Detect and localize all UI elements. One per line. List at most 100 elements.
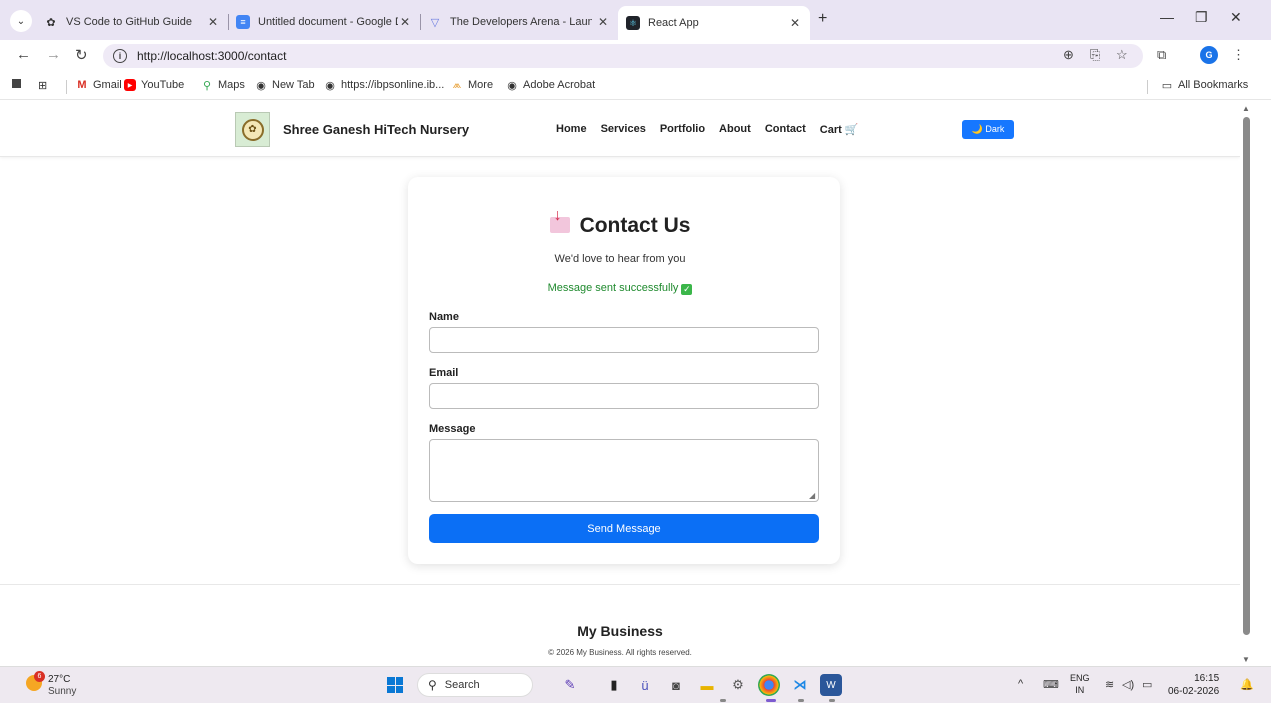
windows-taskbar: 6 27°C Sunny ⚲ Search ✎ ▮ ü ◙ ▬ ⚙ ⋊ W ^ ⌨…: [0, 666, 1271, 703]
camera-icon[interactable]: ◙: [665, 674, 687, 696]
zoom-icon[interactable]: ⊕: [1063, 47, 1074, 63]
task-view-icon[interactable]: ▮: [603, 674, 625, 696]
restore-icon[interactable]: ❐: [1195, 9, 1208, 26]
message-textarea[interactable]: [429, 439, 819, 502]
chrome-icon[interactable]: [758, 674, 780, 696]
bookmark-star-icon[interactable]: ☆: [1116, 47, 1128, 63]
scrollbar-thumb[interactable]: [1243, 117, 1250, 635]
tab-vscode-github-guide[interactable]: ✿ VS Code to GitHub Guide ✕: [44, 9, 224, 35]
site-brand[interactable]: Shree Ganesh HiTech Nursery: [283, 122, 469, 137]
bookmark-gmail[interactable]: M Gmail: [76, 79, 121, 91]
reload-icon[interactable]: ↻: [75, 46, 88, 64]
keyboard-icon[interactable]: ⌨: [1043, 678, 1059, 691]
close-icon[interactable]: ✕: [598, 15, 608, 29]
taskbar-search[interactable]: ⚲ Search: [417, 673, 533, 697]
tab-title: Untitled document - Google Do: [258, 16, 398, 28]
gmail-icon: M: [77, 79, 87, 91]
battery-icon[interactable]: ▭: [1142, 678, 1152, 691]
forward-arrow-icon[interactable]: →: [46, 46, 61, 63]
nav-home[interactable]: Home: [556, 123, 587, 136]
tab-title: VS Code to GitHub Guide: [66, 16, 192, 28]
tab-divider: [420, 14, 421, 30]
clock-date: 06-02-2026: [1168, 686, 1220, 697]
bookmark-more[interactable]: ⩕ More: [451, 78, 494, 92]
apps-grid-icon[interactable]: ⊞: [38, 79, 47, 92]
globe-icon: ◉: [256, 79, 266, 92]
wifi-icon[interactable]: ≋: [1105, 678, 1114, 691]
page-viewport: ✿ Shree Ganesh HiTech Nursery Home Servi…: [0, 101, 1240, 666]
system-clock[interactable]: 16:15 06-02-2026: [1168, 672, 1219, 698]
windows-start-icon[interactable]: [387, 677, 403, 693]
teams-icon[interactable]: ü: [634, 674, 656, 696]
window-close-icon[interactable]: ✕: [1230, 9, 1242, 26]
notification-bell-icon[interactable]: 🔔: [1240, 678, 1254, 691]
sidebar-toggle-icon[interactable]: [12, 79, 26, 88]
active-indicator: [766, 699, 776, 702]
extensions-icon[interactable]: ⧉: [1157, 47, 1166, 63]
close-icon[interactable]: ✕: [208, 15, 218, 29]
email-input[interactable]: [429, 383, 819, 409]
all-bookmarks[interactable]: ▭ All Bookmarks: [1161, 79, 1249, 92]
settings-gear-icon[interactable]: ⚙: [727, 674, 749, 696]
file-explorer-icon[interactable]: ▬: [696, 674, 718, 696]
word-icon[interactable]: W: [820, 674, 842, 696]
scroll-up-arrow-icon[interactable]: ▲: [1242, 104, 1250, 113]
new-tab-plus-icon[interactable]: +: [818, 10, 827, 28]
url-text[interactable]: http://localhost:3000/contact: [137, 49, 286, 63]
check-mark-icon: ✓: [681, 284, 693, 295]
nav-cart[interactable]: Cart 🛒: [820, 123, 859, 136]
nursery-logo[interactable]: ✿: [235, 112, 270, 147]
install-app-icon[interactable]: ⎘: [1090, 47, 1100, 63]
nav-about[interactable]: About: [719, 123, 751, 136]
site-info-icon[interactable]: i: [113, 49, 127, 63]
name-label: Name: [429, 311, 459, 323]
chatgpt-favicon-icon: ✿: [46, 16, 56, 29]
textarea-resize-handle[interactable]: ◢: [809, 491, 815, 500]
bookmark-new-tab[interactable]: ◉ New Tab: [255, 79, 315, 92]
back-arrow-icon[interactable]: ←: [16, 46, 31, 63]
name-input[interactable]: [429, 327, 819, 353]
copilot-widget-icon[interactable]: ✎: [553, 674, 587, 696]
volume-icon[interactable]: ◁): [1122, 678, 1134, 691]
close-icon[interactable]: ✕: [790, 16, 800, 30]
address-bar[interactable]: i http://localhost:3000/contact: [103, 44, 1143, 68]
browser-tab-strip: ⌄ ✿ VS Code to GitHub Guide ✕ ≡ Untitled…: [0, 0, 1271, 40]
clock-time: 16:15: [1194, 673, 1220, 684]
nav-contact[interactable]: Contact: [765, 123, 806, 136]
scroll-down-arrow-icon[interactable]: ▼: [1242, 655, 1250, 664]
bookmark-divider: [1147, 80, 1148, 94]
profile-avatar[interactable]: G: [1200, 46, 1218, 64]
bookmark-maps[interactable]: ⚲ Maps: [201, 79, 245, 92]
footer-copyright: © 2026 My Business. All rights reserved.: [548, 648, 692, 657]
google-docs-favicon-icon: ≡: [236, 15, 250, 29]
nav-services[interactable]: Services: [601, 123, 646, 136]
tab-google-doc[interactable]: ≡ Untitled document - Google Do ✕: [236, 9, 416, 35]
language-code: ENG: [1070, 673, 1090, 683]
tab-developers-arena[interactable]: ▽ The Developers Arena - Launch ✕: [428, 9, 614, 35]
tab-title: React App: [648, 17, 699, 29]
message-label: Message: [429, 423, 476, 435]
minimize-icon[interactable]: —: [1160, 9, 1174, 25]
site-footer: My Business © 2026 My Business. All righ…: [0, 584, 1240, 666]
bookmark-label: More: [468, 79, 494, 91]
browser-menu-icon[interactable]: ⋮: [1232, 47, 1245, 63]
bookmark-label: https://ibpsonline.ib...: [341, 79, 445, 91]
dark-mode-toggle[interactable]: 🌙 Dark: [962, 120, 1014, 139]
weather-condition[interactable]: Sunny: [48, 686, 76, 697]
weather-badge: 6: [34, 671, 45, 682]
tab-react-app[interactable]: ⚛ React App ✕: [618, 6, 810, 40]
weather-temperature[interactable]: 27°C: [48, 674, 70, 685]
more-icon: ⩕: [452, 78, 462, 91]
send-message-button[interactable]: Send Message: [429, 514, 819, 543]
bookmark-adobe-acrobat[interactable]: ◉ Adobe Acrobat: [506, 79, 595, 92]
tab-search-chevron-icon[interactable]: ⌄: [10, 10, 32, 32]
close-icon[interactable]: ✕: [400, 15, 410, 29]
nav-portfolio[interactable]: Portfolio: [660, 123, 705, 136]
maps-icon: ⚲: [202, 79, 212, 92]
bookmark-ibpsonline[interactable]: ◉ https://ibpsonline.ib...: [324, 79, 445, 92]
bookmark-label: New Tab: [272, 79, 315, 91]
bookmark-youtube[interactable]: ▶ YouTube: [124, 79, 184, 91]
language-indicator[interactable]: ENG IN: [1070, 672, 1090, 696]
vscode-icon[interactable]: ⋊: [789, 674, 811, 696]
tray-overflow-chevron-icon[interactable]: ^: [1018, 678, 1023, 690]
